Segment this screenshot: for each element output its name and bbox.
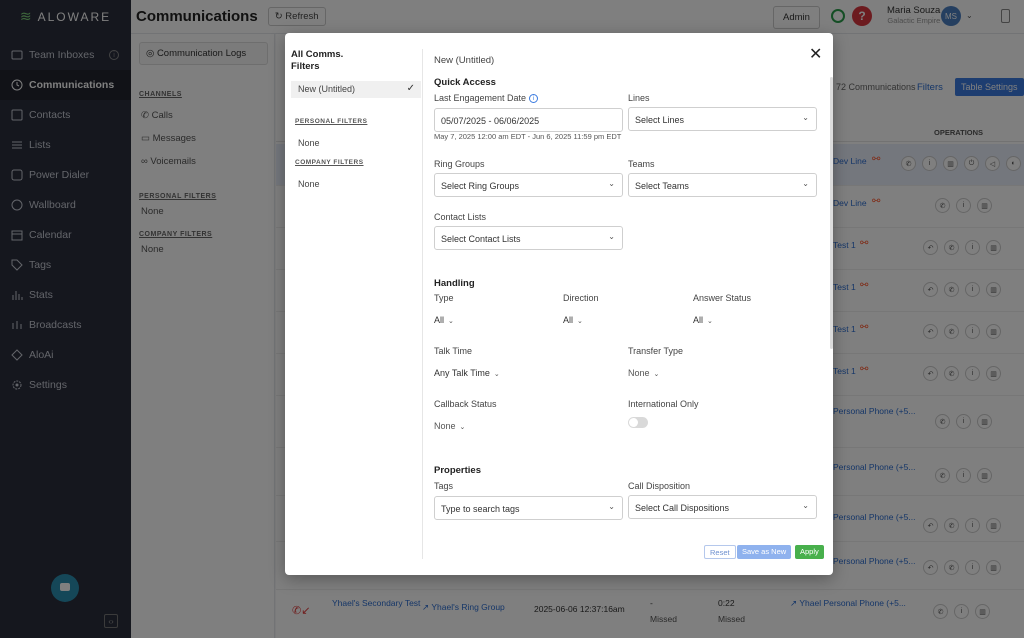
- chevron-down-icon: ⌄: [608, 179, 615, 188]
- tags-search-select[interactable]: Type to search tags ⌄: [434, 496, 623, 520]
- chevron-down-icon: ⌄: [608, 232, 615, 241]
- close-icon[interactable]: ✕: [809, 47, 822, 63]
- personal-filters-heading: PERSONAL FILTERS: [295, 118, 368, 125]
- filters-list-panel: All Comms. Filters New (Untitled) ✓ PERS…: [285, 33, 422, 575]
- international-only-toggle[interactable]: [628, 417, 648, 428]
- filter-item-new-untitled[interactable]: New (Untitled) ✓: [291, 81, 421, 98]
- info-icon[interactable]: i: [529, 94, 539, 104]
- type-label: Type: [434, 293, 454, 303]
- call-disposition-label: Call Disposition: [628, 481, 691, 491]
- toggle-knob: [629, 418, 638, 427]
- chevron-down-icon: ⌄: [448, 318, 454, 325]
- teams-select[interactable]: Select Teams ⌄: [628, 173, 817, 197]
- filter-name[interactable]: New (Untitled): [434, 55, 494, 66]
- answer-status-label: Answer Status: [693, 293, 752, 303]
- apply-button[interactable]: Apply: [795, 545, 824, 559]
- answer-status-dropdown[interactable]: All ⌄: [693, 315, 713, 325]
- talk-time-label: Talk Time: [434, 346, 473, 356]
- type-dropdown[interactable]: All ⌄: [434, 315, 454, 325]
- company-filters-none: None: [298, 179, 320, 189]
- filter-item-label: New (Untitled): [298, 84, 356, 94]
- talk-time-dropdown[interactable]: Any Talk Time ⌄: [434, 368, 500, 378]
- direction-label: Direction: [563, 293, 599, 303]
- ring-groups-label: Ring Groups: [434, 159, 485, 169]
- save-as-new-button[interactable]: Save as New: [737, 545, 792, 559]
- call-disposition-select[interactable]: Select Call Dispositions ⌄: [628, 495, 817, 519]
- company-filters-heading: COMPANY FILTERS: [295, 159, 364, 166]
- tags-label: Tags: [434, 481, 454, 491]
- chevron-down-icon: ⌄: [802, 179, 809, 188]
- teams-label: Teams: [628, 159, 655, 169]
- callback-status-label: Callback Status: [434, 399, 497, 409]
- chevron-down-icon: ⌄: [707, 318, 713, 325]
- chevron-down-icon: ⌄: [802, 113, 809, 122]
- chevron-down-icon: ⌄: [577, 318, 583, 325]
- ring-groups-select[interactable]: Select Ring Groups ⌄: [434, 173, 623, 197]
- properties-heading: Properties: [434, 465, 481, 476]
- quick-access-heading: Quick Access: [434, 77, 496, 88]
- last-engagement-label: Last Engagement Date i: [434, 93, 539, 104]
- lines-label: Lines: [628, 93, 650, 103]
- callback-status-dropdown[interactable]: None ⌄: [434, 421, 465, 431]
- chevron-down-icon: ⌄: [493, 371, 500, 378]
- contact-lists-select[interactable]: Select Contact Lists ⌄: [434, 226, 623, 250]
- check-icon: ✓: [406, 83, 415, 94]
- filter-form: New (Untitled) Quick Access Last Engagem…: [423, 33, 833, 575]
- international-only-label: International Only: [628, 399, 699, 409]
- transfer-type-dropdown[interactable]: None ⌄: [628, 368, 659, 378]
- lines-select[interactable]: Select Lines ⌄: [628, 107, 817, 131]
- chevron-down-icon: ⌄: [608, 502, 615, 511]
- direction-dropdown[interactable]: All ⌄: [563, 315, 583, 325]
- filters-panel-title: All Comms. Filters: [291, 49, 344, 72]
- date-range-input[interactable]: 05/07/2025 - 06/06/2025: [434, 108, 623, 132]
- reset-button[interactable]: Reset: [704, 545, 736, 559]
- date-range-hint: May 7, 2025 12:00 am EDT - Jun 6, 2025 1…: [434, 132, 622, 141]
- personal-filters-none: None: [298, 138, 320, 148]
- contact-lists-label: Contact Lists: [434, 212, 487, 222]
- filters-modal: All Comms. Filters New (Untitled) ✓ PERS…: [285, 33, 833, 575]
- transfer-type-label: Transfer Type: [628, 346, 684, 356]
- chevron-down-icon: ⌄: [802, 501, 809, 510]
- handling-heading: Handling: [434, 278, 475, 289]
- chevron-down-icon: ⌄: [459, 424, 466, 431]
- modal-scrollbar[interactable]: [830, 77, 833, 349]
- chevron-down-icon: ⌄: [653, 371, 660, 378]
